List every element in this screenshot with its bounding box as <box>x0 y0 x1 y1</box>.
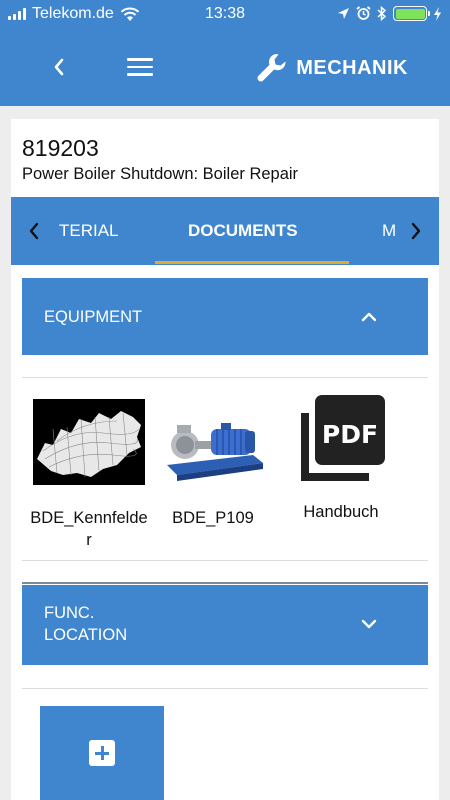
document-item[interactable]: BDE_Kennfelder <box>28 399 150 551</box>
equipment-section-title: EQUIPMENT <box>44 308 143 326</box>
document-caption: Handbuch <box>303 503 379 521</box>
pump-thumbnail <box>157 399 269 485</box>
document-item[interactable]: PDF Handbuch <box>279 393 403 523</box>
plus-box-icon <box>89 740 115 766</box>
tab-scroll-left-button[interactable] <box>22 219 46 243</box>
status-bar: Telekom.de 13:38 <box>0 0 450 30</box>
divider <box>22 377 428 378</box>
divider <box>22 688 428 689</box>
pdf-icon: PDF <box>301 395 385 481</box>
battery-icon <box>393 6 430 21</box>
add-document-button[interactable] <box>40 706 164 800</box>
tab-scroll-right-button[interactable] <box>404 219 428 243</box>
tab-next[interactable]: M <box>382 221 396 241</box>
contour-map-thumbnail <box>33 399 145 485</box>
brand: MECHANIK <box>256 52 408 84</box>
tab-bar: TERIAL DOCUMENTS M <box>11 197 439 265</box>
charging-bolt-icon <box>434 6 441 21</box>
func-location-section-header[interactable]: FUNC. LOCATION <box>22 585 428 665</box>
app-bar: MECHANIK <box>0 30 450 106</box>
back-button[interactable] <box>44 52 74 82</box>
chevron-up-icon[interactable] <box>358 306 380 328</box>
bluetooth-icon <box>377 6 387 21</box>
document-caption: BDE_Kennfelder <box>30 509 148 549</box>
func-location-section-title: FUNC. LOCATION <box>44 604 128 644</box>
document-caption: BDE_P109 <box>172 509 254 527</box>
brand-label: MECHANIK <box>296 56 408 79</box>
order-title: Power Boiler Shutdown: Boiler Repair <box>22 165 299 183</box>
tab-active-indicator <box>155 261 349 264</box>
equipment-section-header[interactable]: EQUIPMENT <box>22 278 428 355</box>
divider <box>22 560 428 561</box>
wrench-icon <box>257 53 286 82</box>
chevron-down-icon[interactable] <box>358 613 380 635</box>
order-card: 819203 Power Boiler Shutdown: Boiler Rep… <box>11 119 439 800</box>
document-item[interactable]: BDE_P109 <box>154 399 272 529</box>
tab-documents[interactable]: DOCUMENTS <box>188 221 298 241</box>
order-number: 819203 <box>22 135 99 161</box>
location-arrow-icon <box>338 8 349 19</box>
hamburger-menu-icon[interactable] <box>124 52 156 82</box>
tab-material[interactable]: TERIAL <box>59 221 119 241</box>
section-top-border <box>22 582 428 584</box>
chevron-left-icon <box>29 222 39 240</box>
chevron-right-icon <box>411 222 421 240</box>
status-right <box>337 6 442 21</box>
pdf-label: PDF <box>322 420 378 449</box>
alarm-icon <box>356 6 371 20</box>
chevron-left-icon <box>54 58 64 76</box>
